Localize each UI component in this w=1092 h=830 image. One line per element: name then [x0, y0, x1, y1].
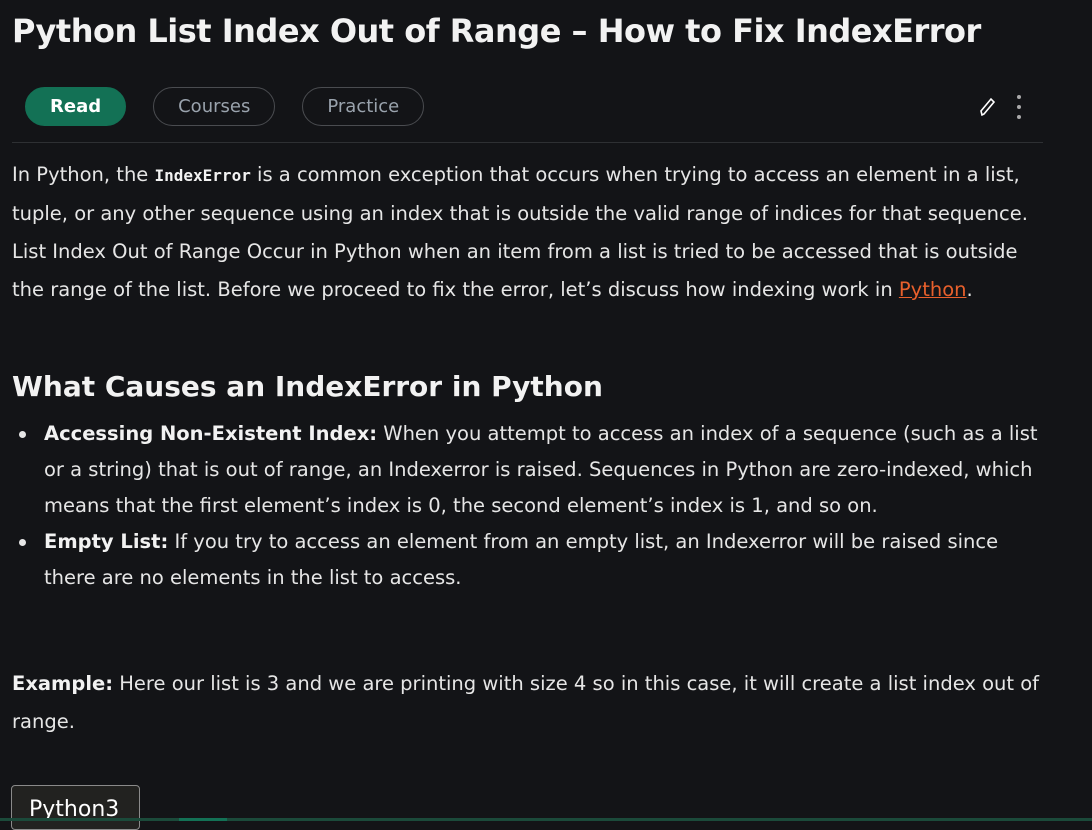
more-vertical-icon[interactable] — [1016, 94, 1022, 120]
page-title: Python List Index Out of Range – How to … — [12, 12, 981, 50]
intro-paragraph: In Python, the IndexError is a common ex… — [12, 163, 1028, 301]
example-paragraph: Example: Here our list is 3 and we are p… — [12, 672, 1040, 733]
inline-code: IndexError — [154, 166, 251, 185]
tab-read[interactable]: Read — [25, 87, 127, 126]
python-link[interactable]: Python — [899, 278, 967, 301]
section-heading: What Causes an IndexError in Python — [12, 370, 603, 403]
list-item: Accessing Non-Existent Index: When you a… — [19, 416, 1044, 524]
list-item: Empty List: If you try to access an elem… — [19, 524, 1044, 596]
tab-courses[interactable]: Courses — [153, 87, 276, 126]
divider — [12, 142, 1043, 143]
cause-list: Accessing Non-Existent Index: When you a… — [19, 416, 1044, 596]
pencil-icon[interactable] — [978, 96, 998, 118]
tab-bar: Read Courses Practice — [25, 87, 425, 126]
code-language-tab[interactable]: Python3 — [11, 785, 140, 830]
tab-practice[interactable]: Practice — [302, 87, 425, 126]
